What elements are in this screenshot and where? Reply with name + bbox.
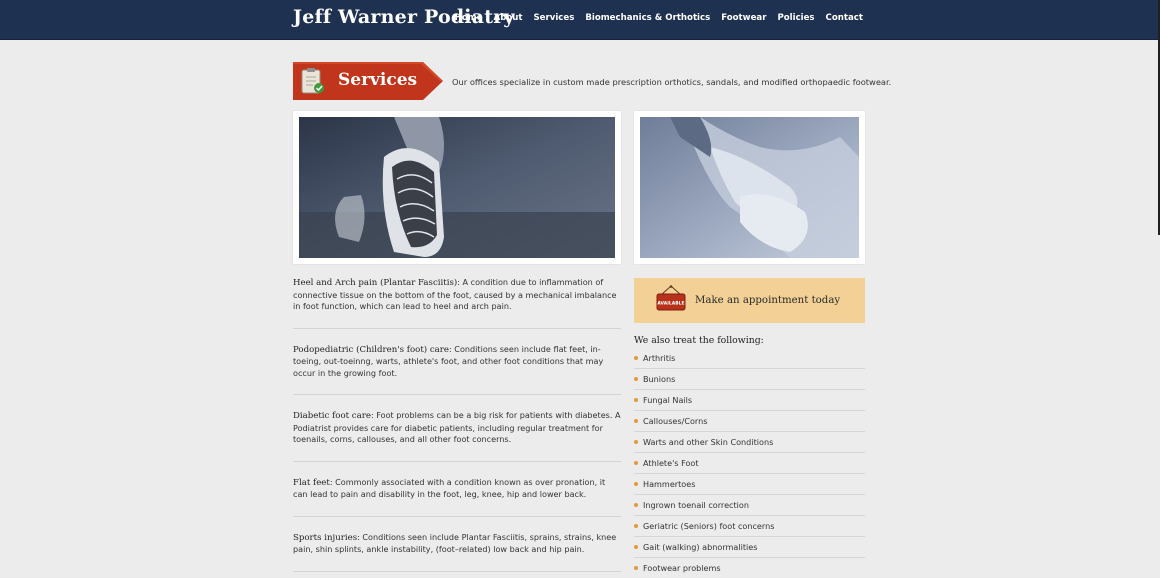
treat-list-item: Gait (walking) abnormalities: [634, 537, 865, 558]
bullet-icon: [634, 461, 638, 465]
services-intro: Our offices specialize in custom made pr…: [452, 77, 892, 87]
nav-about[interactable]: About: [494, 13, 523, 23]
condition-title: Heel and Arch pain (Plantar Fasciitis): [293, 278, 458, 288]
header-bar: Jeff Warner Podiatry Home About Services…: [0, 0, 1158, 40]
services-title: Services: [338, 70, 418, 90]
treat-list-item: Warts and other Skin Conditions: [634, 432, 865, 453]
condition-item: Diabetic foot care: Foot problems can be…: [293, 395, 621, 462]
treat-item-label: Athlete's Foot: [643, 458, 699, 468]
conditions-list: Heel and Arch pain (Plantar Fasciitis) : …: [293, 277, 621, 572]
treat-item-label: Ingrown toenail correction: [643, 500, 750, 510]
nav-contact[interactable]: Contact: [826, 13, 863, 23]
condition-title: Sports injuries: [293, 532, 358, 543]
bullet-icon: [634, 377, 638, 381]
condition-title: Podopediatric (Children's foot) care: [293, 344, 449, 355]
appointment-button[interactable]: AVAILABLE Make an appointment today: [634, 278, 865, 323]
treat-item-label: Callouses/Corns: [643, 416, 708, 426]
running-shoe-photo: [293, 111, 621, 264]
bullet-icon: [634, 440, 638, 444]
treat-item-label: Hammertoes: [643, 479, 696, 489]
treat-list-item: Hammertoes: [634, 474, 865, 495]
nav-footwear[interactable]: Footwear: [721, 13, 766, 23]
services-banner: Services: [293, 62, 443, 100]
available-sign-icon: AVAILABLE: [656, 285, 686, 317]
condition-item: Heel and Arch pain (Plantar Fasciitis): …: [293, 277, 621, 329]
treat-list-item: Arthritis: [634, 348, 865, 369]
treat-item-label: Gait (walking) abnormalities: [643, 542, 758, 552]
treat-list-item: Callouses/Corns: [634, 411, 865, 432]
condition-title: Flat feet: [293, 477, 330, 488]
bullet-icon: [634, 482, 638, 486]
treat-item-label: Bunions: [643, 374, 676, 384]
treat-item-label: Footwear problems: [643, 563, 721, 573]
nav-policies[interactable]: Policies: [777, 13, 814, 23]
nav-biomechanics-orthotics[interactable]: Biomechanics & Orthotics: [585, 13, 710, 23]
nav-services[interactable]: Services: [533, 13, 574, 23]
treat-item-label: Arthritis: [643, 353, 676, 363]
bullet-icon: [634, 503, 638, 507]
main-nav: Home About Services Biomechanics & Ortho…: [455, 13, 863, 23]
bullet-icon: [634, 356, 638, 360]
condition-text: : Commonly associated with a condition k…: [293, 476, 606, 500]
treat-list: Arthritis Bunions Fungal Nails Callouses…: [634, 348, 865, 578]
appointment-label[interactable]: Make an appointment today: [695, 295, 840, 306]
sign-text: AVAILABLE: [657, 301, 684, 307]
treat-item-label: Fungal Nails: [643, 395, 693, 405]
treat-heading: We also treat the following:: [634, 335, 764, 346]
nav-home[interactable]: Home: [455, 13, 483, 23]
treat-list-item: Fungal Nails: [634, 390, 865, 411]
treat-item-label: Geriatric (Seniors) foot concerns: [643, 521, 775, 531]
treat-list-item: Athlete's Foot: [634, 453, 865, 474]
condition-title: Diabetic foot care: [293, 411, 371, 421]
bullet-icon: [634, 545, 638, 549]
treat-list-item: Ingrown toenail correction: [634, 495, 865, 516]
condition-item: Podopediatric (Children's foot) care: Co…: [293, 329, 621, 395]
bullet-icon: [634, 419, 638, 423]
treat-list-item: Geriatric (Seniors) foot concerns: [634, 516, 865, 537]
bullet-icon: [634, 398, 638, 402]
bullet-icon: [634, 566, 638, 570]
treat-list-item: Footwear problems: [634, 558, 865, 578]
condition-item: Sports injuries: Conditions seen include…: [293, 517, 621, 572]
hands-on-foot-photo: [634, 111, 865, 264]
bullet-icon: [634, 524, 638, 528]
treat-list-item: Bunions: [634, 369, 865, 390]
condition-item: Flat feet: Commonly associated with a co…: [293, 462, 621, 517]
treat-item-label: Warts and other Skin Conditions: [643, 437, 774, 447]
